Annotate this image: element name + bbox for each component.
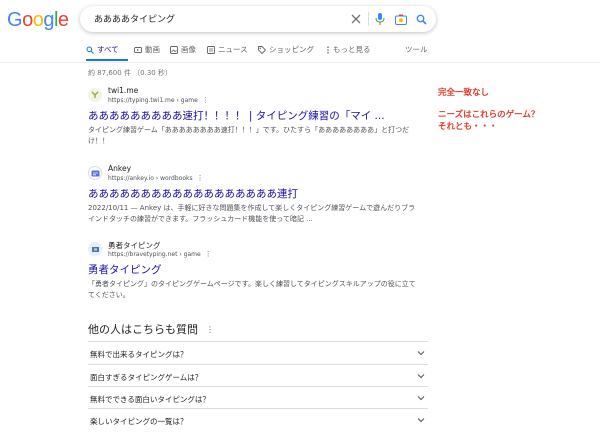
result-source[interactable]: twi1.me https://typing.twi1.me › game ⋮ xyxy=(88,86,418,106)
tab-videos[interactable]: 動画 xyxy=(134,44,160,55)
search-input[interactable]: ああああタイピング xyxy=(94,12,175,25)
more-vert-icon[interactable]: ⋮ xyxy=(202,96,209,104)
active-tab-indicator xyxy=(86,59,128,61)
paa-question[interactable]: 楽しいタイピングの一覧は？ xyxy=(88,408,428,432)
tab-shopping[interactable]: ショッピング xyxy=(258,44,314,55)
favicon-icon xyxy=(88,242,102,256)
more-vert-icon[interactable]: ⋮ xyxy=(197,174,204,182)
annotation-note: ニーズはこれらのゲーム？ xyxy=(438,110,540,120)
search-result: Ankey https://ankey.io › wordbooks ⋮ ああああ… xyxy=(88,164,418,225)
microphone-icon[interactable] xyxy=(372,11,388,27)
search-result: 勇者タイピング https://bravetyping.net › game ⋮ … xyxy=(88,240,418,301)
image-icon xyxy=(170,45,178,54)
tab-label: もっと見る xyxy=(333,45,371,54)
google-logo[interactable]: Google xyxy=(7,9,69,32)
tag-icon xyxy=(258,45,266,54)
tab-label: 画像 xyxy=(181,45,196,54)
search-tabs: すべて 動画 画像 ニュース ショッピング もっと見る xyxy=(86,44,426,58)
tab-label: ニュース xyxy=(218,45,248,54)
search-icon xyxy=(86,46,94,54)
site-url-text: https://bravetyping.net › game xyxy=(108,251,201,258)
site-url-text: https://ankey.io › wordbooks xyxy=(108,175,193,182)
site-url-text: https://typing.twi1.me › game xyxy=(108,97,198,104)
more-vert-icon[interactable]: ⋮ xyxy=(206,325,214,334)
news-icon xyxy=(207,45,215,54)
separator xyxy=(368,12,369,26)
tab-label: すべて xyxy=(97,45,119,54)
chevron-down-icon xyxy=(417,351,425,356)
chevron-down-icon xyxy=(417,418,425,423)
video-icon xyxy=(134,46,142,53)
tab-more[interactable]: もっと見る xyxy=(326,44,371,55)
logo-letter: g xyxy=(43,9,54,31)
tools-button[interactable]: ツール xyxy=(405,44,428,55)
tab-label: ショッピング xyxy=(269,45,314,54)
logo-letter: e xyxy=(57,9,69,31)
favicon-icon xyxy=(88,88,102,102)
result-source[interactable]: 勇者タイピング https://bravetyping.net › game ⋮ xyxy=(88,240,418,260)
logo-letter: o xyxy=(32,9,44,31)
result-snippet: 2022/10/11 — Ankey は、手軽に好きな問題集を作成して楽しくタイ… xyxy=(88,204,416,223)
camera-lens-icon[interactable] xyxy=(393,11,409,27)
tab-news[interactable]: ニュース xyxy=(207,44,248,55)
logo-letter: o xyxy=(22,9,33,31)
annotation-note: 完全一致なし xyxy=(438,88,490,98)
search-box[interactable]: ああああタイピング xyxy=(80,6,436,32)
paa-question-text: 無料で出来るタイピングは？ xyxy=(90,350,188,359)
result-title-link[interactable]: 勇者タイピング xyxy=(88,262,418,277)
result-title-link[interactable]: あああああああああ速打！！！！ | タイピング練習の「マイ ... xyxy=(88,108,418,123)
paa-question[interactable]: 無料で出来るタイピングは？ xyxy=(88,341,428,365)
result-snippet: 「勇者タイピング」のタイピングゲームページです。楽しく練習してタイピングスキルア… xyxy=(88,280,416,299)
paa-question-text: 面白すぎるタイピングゲームは？ xyxy=(90,373,203,382)
paa-heading-text: 他の人はこちらも質問 xyxy=(88,323,198,336)
site-name: Ankey xyxy=(108,164,132,173)
logo-letter: G xyxy=(7,9,23,31)
clear-icon[interactable] xyxy=(348,11,364,27)
more-vert-icon[interactable]: ⋮ xyxy=(205,250,212,258)
search-result: twi1.me https://typing.twi1.me › game ⋮ あ… xyxy=(88,86,418,147)
tab-images[interactable]: 画像 xyxy=(170,44,196,55)
more-vert-icon xyxy=(327,45,329,54)
paa-question-text: 楽しいタイピングの一覧は？ xyxy=(90,417,188,426)
header-divider xyxy=(0,62,600,63)
site-url: https://bravetyping.net › game ⋮ xyxy=(108,250,212,258)
site-name: twi1.me xyxy=(108,86,139,95)
paa-question-text: 無料でできる面白いタイピングは？ xyxy=(90,395,210,404)
site-url: https://typing.twi1.me › game ⋮ xyxy=(108,96,209,104)
result-title-link[interactable]: ああああああああああああああああああ連打 xyxy=(88,186,418,201)
paa-question[interactable]: 無料でできる面白いタイピングは？ xyxy=(88,386,428,410)
paa-question[interactable]: 面白すぎるタイピングゲームは？ xyxy=(88,364,428,388)
search-icon[interactable] xyxy=(413,11,429,27)
people-also-ask-heading: 他の人はこちらも質問 ⋮ xyxy=(88,321,214,337)
annotation-note: それとも・・・ xyxy=(438,122,498,132)
tab-all[interactable]: すべて xyxy=(86,44,119,55)
result-source[interactable]: Ankey https://ankey.io › wordbooks ⋮ xyxy=(88,164,418,184)
result-snippet: タイピング練習ゲーム「ああああああああ速打！！！」です。ひたすら「あああああああ… xyxy=(88,126,410,145)
chevron-down-icon xyxy=(417,396,425,401)
tab-label: 動画 xyxy=(145,45,160,54)
chevron-down-icon xyxy=(417,374,425,379)
result-stats: 約 87,600 件 （0.30 秒） xyxy=(88,69,172,77)
favicon-icon xyxy=(88,166,102,180)
site-url: https://ankey.io › wordbooks ⋮ xyxy=(108,174,204,182)
